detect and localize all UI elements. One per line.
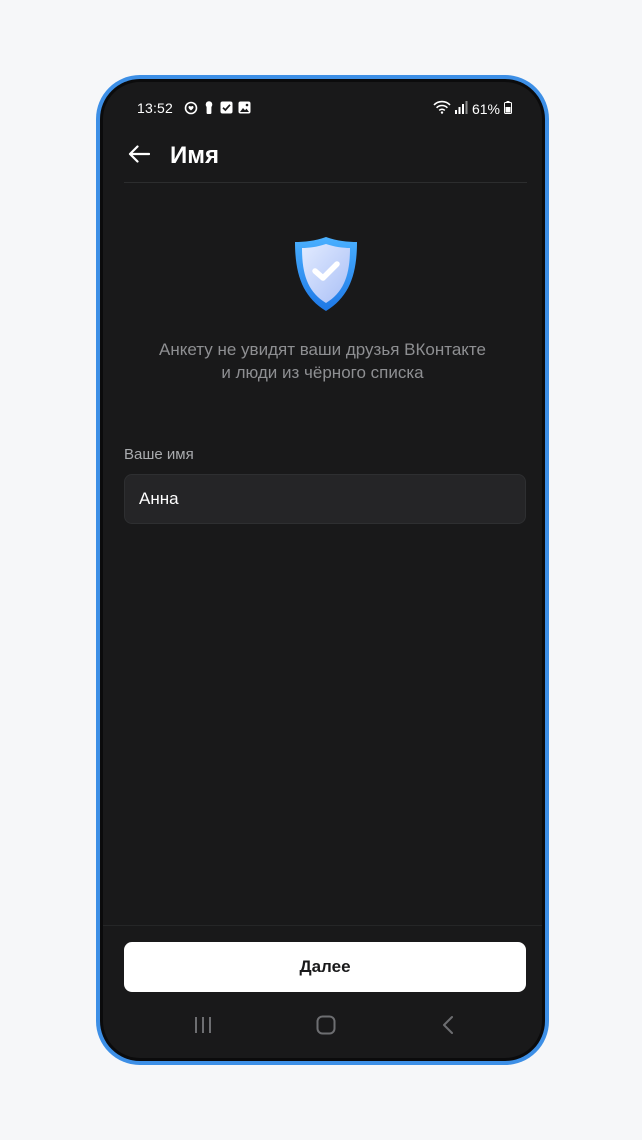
home-icon (316, 1015, 336, 1040)
header-divider (124, 182, 527, 183)
shield-check-icon (291, 235, 361, 313)
name-field-label: Ваше имя (124, 446, 194, 463)
privacy-note-line-1: Анкету не увидят ваши друзья ВКонтакте (159, 340, 486, 359)
checkbox-icon (220, 101, 233, 117)
battery-percent: 61% (471, 100, 500, 117)
page-title: Имя (170, 142, 220, 169)
status-icons-left (184, 100, 251, 118)
status-bar: 13:52 61% (103, 82, 542, 122)
next-button[interactable]: Далее (124, 942, 526, 992)
image-icon (238, 101, 251, 117)
wifi-icon (433, 100, 451, 117)
app-screen: 13:52 61% Имя Анкету не увидят ваши друз… (103, 82, 542, 1058)
arrow-left-icon (128, 144, 151, 168)
footer-divider (103, 925, 542, 926)
phone-frame: 13:52 61% Имя Анкету не увидят ваши друз… (96, 75, 549, 1065)
heart-rate-icon (184, 101, 198, 118)
app-header: Имя (103, 132, 542, 184)
name-input[interactable]: Анна (124, 474, 526, 524)
battery-icon (504, 100, 512, 117)
recents-button[interactable] (188, 1012, 218, 1042)
system-back-button[interactable] (433, 1012, 463, 1042)
privacy-note: Анкету не увидят ваши друзья ВКонтакте и… (123, 338, 522, 384)
phone-bezel: 13:52 61% Имя Анкету не увидят ваши друз… (100, 79, 545, 1061)
back-icon (441, 1015, 455, 1040)
home-button[interactable] (311, 1012, 341, 1042)
privacy-note-line-2: и люди из чёрного списка (221, 363, 424, 382)
system-navbar (103, 998, 542, 1058)
status-time: 13:52 (137, 100, 174, 116)
status-icons-right: 61% (433, 100, 512, 117)
back-button[interactable] (121, 138, 157, 174)
recents-icon (193, 1016, 213, 1039)
keyhole-icon (203, 100, 215, 118)
signal-icon (454, 100, 468, 117)
